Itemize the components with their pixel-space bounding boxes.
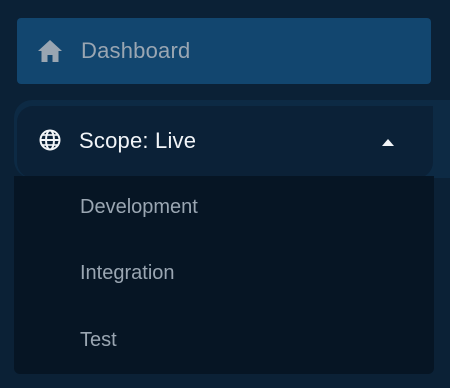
scope-option-development[interactable]: Development bbox=[80, 193, 198, 221]
scope-label: Scope: Live bbox=[79, 128, 197, 153]
caret-up-icon bbox=[381, 135, 395, 146]
scope-option-test[interactable]: Test bbox=[80, 326, 117, 354]
globe-icon bbox=[39, 129, 61, 151]
sidebar-item-dashboard[interactable]: Dashboard bbox=[17, 18, 431, 84]
scope-options-menu: Development Integration Test bbox=[14, 176, 434, 374]
scope-dropdown-toggle[interactable]: Scope: Live bbox=[17, 106, 433, 178]
scope-option-integration[interactable]: Integration bbox=[80, 259, 175, 287]
home-icon bbox=[37, 39, 63, 63]
sidebar: Dashboard Scope: Live Development Integr… bbox=[0, 0, 450, 388]
sidebar-item-label: Dashboard bbox=[81, 38, 191, 63]
